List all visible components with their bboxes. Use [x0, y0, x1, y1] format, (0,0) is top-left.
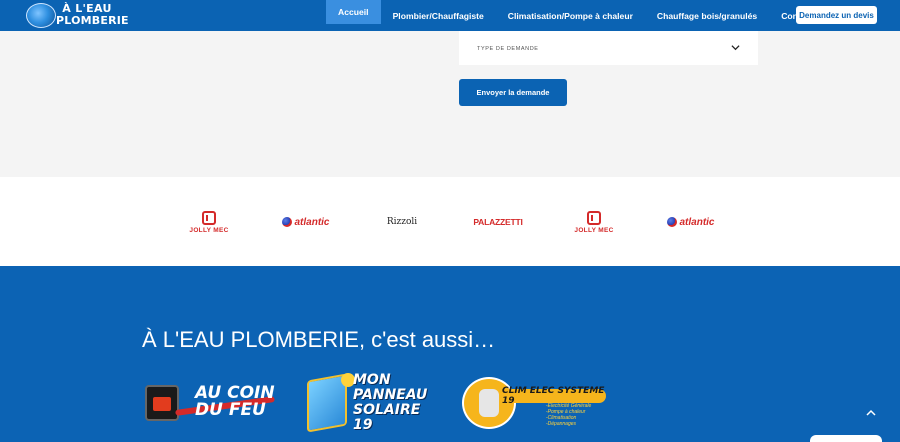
brand-name: JOLLY MEC	[189, 226, 229, 234]
nav-item-plombier[interactable]: Plombier/Chauffagiste	[381, 0, 496, 31]
site-header: À L'EAU PLOMBERIE Accueil Plombier/Chauf…	[0, 0, 900, 31]
nav-item-accueil[interactable]: Accueil	[326, 0, 381, 24]
also-section: À L'EAU PLOMBERIE, c'est aussi… AU COIN …	[0, 266, 900, 442]
brand-logo-jolly-mec[interactable]: JOLLY MEC	[181, 207, 237, 237]
partner-name: MON PANNEAU SOLAIRE 19	[353, 373, 440, 433]
contact-form-section: TYPE DE DEMANDE Envoyer la demande	[0, 31, 900, 177]
chevron-down-icon	[731, 45, 740, 51]
brand-name: atlantic	[294, 216, 330, 228]
logo-line-2: PLOMBERIE	[56, 14, 129, 27]
atlantic-mark-icon	[282, 217, 293, 227]
site-logo[interactable]: À L'EAU PLOMBERIE	[26, 2, 129, 29]
jolly-mec-mark-icon	[587, 210, 601, 225]
main-nav: Accueil Plombier/Chauffagiste Climatisat…	[326, 0, 825, 31]
jolly-mec-mark-icon	[202, 210, 216, 225]
brand-logo-atlantic[interactable]: atlantic	[662, 207, 720, 237]
brand-name: PALAZZETTI	[473, 217, 523, 227]
partner-name-line-2: PANNEAU	[353, 387, 428, 403]
partner-name: CLIM ELEC SYSTEME 19	[502, 386, 606, 406]
partner-name: AU COIN DU FEU	[195, 385, 275, 419]
brand-logos-strip: JOLLY MEC atlantic Rizzoli PALAZZETTI JO…	[0, 177, 900, 266]
scroll-to-top-icon[interactable]	[864, 406, 878, 420]
brand-name: JOLLY MEC	[574, 226, 614, 234]
brand-logo-rizzoli[interactable]: Rizzoli	[386, 207, 418, 237]
logo-text: À L'EAU PLOMBERIE	[56, 3, 129, 27]
section-title: À L'EAU PLOMBERIE, c'est aussi…	[142, 327, 496, 352]
stove-icon	[145, 385, 179, 421]
brand-name: Rizzoli	[386, 217, 418, 227]
service-list: -Électricité Générale -Pompe à chaleur -…	[546, 403, 591, 427]
service-item: -Dépannages	[546, 421, 577, 427]
quote-button[interactable]: Demandez un devis	[796, 6, 877, 24]
submit-request-button[interactable]: Envoyer la demande	[459, 79, 567, 106]
partner-name-line-1: MON	[353, 372, 391, 388]
partner-au-coin-du-feu[interactable]: AU COIN DU FEU	[145, 381, 280, 426]
partner-clim-elec-systeme[interactable]: CLIM ELEC SYSTEME 19 -Électricité Généra…	[460, 375, 610, 430]
brand-logo-atlantic[interactable]: atlantic	[277, 207, 335, 237]
request-type-select[interactable]: TYPE DE DEMANDE	[459, 31, 758, 65]
chat-widget-tab[interactable]	[810, 435, 882, 442]
partner-mon-panneau-solaire[interactable]: MON PANNEAU SOLAIRE 19	[305, 373, 440, 435]
brand-logo-jolly-mec[interactable]: JOLLY MEC	[566, 207, 622, 237]
partner-name-line-3: SOLAIRE 19	[353, 402, 421, 433]
atlantic-mark-icon	[667, 217, 678, 227]
request-type-label: TYPE DE DEMANDE	[477, 46, 539, 52]
brand-name: atlantic	[679, 216, 715, 228]
nav-item-climatisation[interactable]: Climatisation/Pompe à chaleur	[496, 0, 645, 31]
nav-item-chauffage[interactable]: Chauffage bois/granulés	[645, 0, 769, 31]
globe-icon	[26, 3, 56, 28]
brand-logo-palazzetti[interactable]: PALAZZETTI	[470, 207, 526, 237]
partner-name-line-2: DU FEU	[195, 400, 266, 420]
